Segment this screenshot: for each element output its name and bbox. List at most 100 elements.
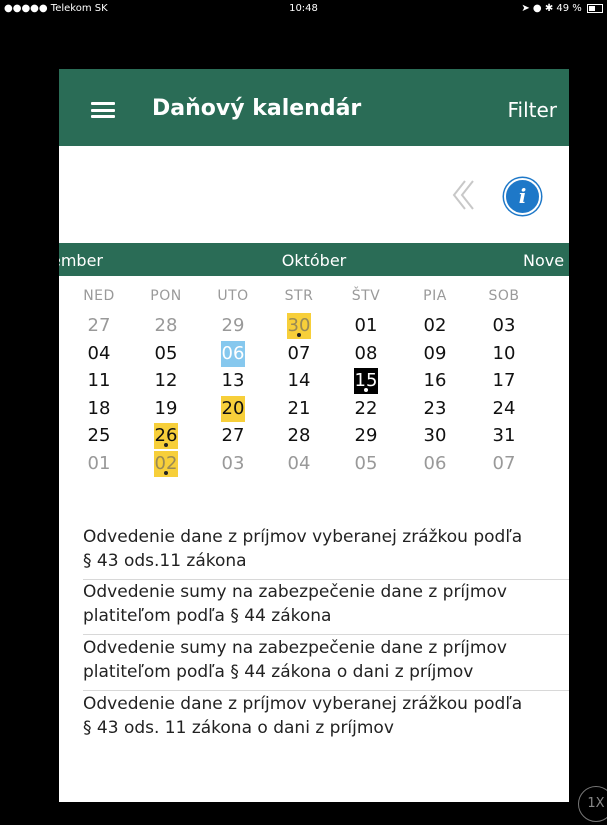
- current-month-label: Október: [281, 251, 347, 270]
- app-screen: Daňový kalendár Filter i ember Október N…: [59, 69, 569, 802]
- calendar-day-number: 21: [287, 397, 311, 419]
- calendar-day-number: 03: [492, 315, 516, 336]
- calendar-day-number: 04: [87, 342, 111, 364]
- hamburger-menu-icon[interactable]: [91, 102, 115, 118]
- alarm-icon: ●: [532, 3, 542, 14]
- weekday-label: NED: [83, 288, 115, 304]
- weekday-label: PON: [150, 288, 182, 304]
- calendar-day-number: 30: [423, 425, 447, 446]
- event-text-line: Odvedenie sumy na zabezpečenie dane z pr…: [83, 582, 507, 602]
- calendar-day[interactable]: 08: [346, 341, 386, 367]
- calendar-day[interactable]: 25: [79, 423, 119, 449]
- bluetooth-icon: ✱: [544, 3, 554, 14]
- calendar-day[interactable]: 18: [79, 396, 119, 422]
- calendar-day[interactable]: 28: [146, 313, 186, 339]
- calendar-day[interactable]: 04: [79, 341, 119, 367]
- calendar-day-number: 19: [154, 397, 178, 419]
- calendar-day-number: 01: [87, 452, 111, 474]
- calendar-day[interactable]: 07: [484, 451, 524, 477]
- event-dot-icon: [164, 470, 168, 475]
- calendar-day[interactable]: 12: [146, 368, 186, 394]
- info-icon[interactable]: i: [504, 178, 541, 215]
- calendar-day[interactable]: 10: [484, 341, 524, 367]
- event-dot-icon: [297, 333, 301, 337]
- calendar-day-number: 28: [287, 425, 311, 446]
- calendar-day[interactable]: 20: [213, 395, 253, 422]
- calendar-day[interactable]: 03: [484, 313, 524, 339]
- month-selector: ember Október Nove: [59, 243, 569, 276]
- calendar-day[interactable]: 02: [415, 313, 455, 339]
- filter-button[interactable]: Filter: [507, 98, 557, 122]
- calendar-day-number: 05: [354, 452, 378, 474]
- calendar-day-number: 07: [492, 452, 516, 474]
- calendar-day[interactable]: 05: [146, 341, 186, 367]
- calendar-day[interactable]: 22: [346, 396, 386, 422]
- battery-icon: [587, 3, 603, 13]
- event-dot-icon: [364, 388, 368, 392]
- calendar-day[interactable]: 02: [146, 450, 186, 477]
- calendar-day[interactable]: 06: [415, 451, 455, 477]
- calendar-day-number: 22: [354, 397, 378, 419]
- calendar-day[interactable]: 04: [279, 451, 319, 477]
- event-list-item[interactable]: Odvedenie sumy na zabezpečenie dane z pr…: [83, 580, 569, 635]
- calendar-day-number: 03: [221, 452, 245, 474]
- calendar-day[interactable]: 11: [79, 368, 119, 394]
- calendar-day[interactable]: 30: [415, 423, 455, 449]
- calendar-day[interactable]: 29: [213, 313, 253, 339]
- calendar-day[interactable]: 01: [79, 451, 119, 477]
- calendar-day-number: 27: [221, 425, 245, 446]
- calendar-day[interactable]: 31: [484, 423, 524, 449]
- calendar-day[interactable]: 19: [146, 396, 186, 422]
- calendar-day-number: 28: [154, 315, 178, 336]
- calendar-day[interactable]: 01: [346, 313, 386, 339]
- event-dot-icon: [164, 443, 168, 447]
- next-month-label[interactable]: Nove: [523, 251, 564, 270]
- calendar-day[interactable]: 27: [213, 423, 253, 449]
- event-text-line: Odvedenie dane z príjmov vyberanej zrážk…: [83, 527, 523, 547]
- calendar-day[interactable]: 27: [79, 313, 119, 339]
- calendar-day[interactable]: 23: [415, 396, 455, 422]
- event-list-item[interactable]: Odvedenie dane z príjmov vyberanej zrážk…: [83, 692, 569, 746]
- calendar-day[interactable]: 05: [346, 451, 386, 477]
- calendar-day-number: 16: [423, 370, 447, 391]
- zoom-button[interactable]: 1X: [578, 786, 607, 822]
- calendar-day[interactable]: 17: [484, 368, 524, 394]
- calendar-day-number: 06: [423, 452, 447, 474]
- event-list-item[interactable]: Odvedenie sumy na zabezpečenie dane z pr…: [83, 636, 569, 691]
- event-text-line: Odvedenie sumy na zabezpečenie dane z pr…: [83, 638, 507, 658]
- calendar-day-number: 29: [221, 315, 245, 336]
- calendar-day[interactable]: 03: [213, 451, 253, 477]
- weekday-label: ŠTV: [351, 288, 381, 304]
- top-nav-bar: Daňový kalendár Filter: [59, 69, 569, 146]
- calendar-day[interactable]: 24: [484, 396, 524, 422]
- calendar-day[interactable]: 29: [346, 423, 386, 449]
- calendar-day[interactable]: 16: [415, 368, 455, 394]
- calendar-day[interactable]: 06: [213, 340, 253, 367]
- calendar-day-number: 04: [287, 452, 311, 474]
- calendar-day-number: 09: [423, 342, 447, 364]
- calendar-day-number: 29: [354, 425, 378, 446]
- calendar-day-number: 11: [87, 370, 111, 391]
- calendar-day[interactable]: 28: [279, 423, 319, 449]
- weekday-label: UTO: [217, 288, 249, 304]
- clock: 10:48: [289, 3, 318, 14]
- weekday-header: NED PON UTO STR ŠTV PIA SOB: [59, 288, 569, 308]
- calendar-day[interactable]: 09: [415, 341, 455, 367]
- calendar-day-number: 02: [423, 315, 447, 336]
- calendar-day[interactable]: 14: [279, 368, 319, 394]
- calendar-day[interactable]: 07: [279, 341, 319, 367]
- calendar-day[interactable]: 21: [279, 396, 319, 422]
- event-list-item[interactable]: Odvedenie dane z príjmov vyberanej zrážk…: [83, 525, 569, 580]
- calendar-day[interactable]: 30: [279, 313, 319, 339]
- calendar-day-number: 13: [221, 370, 245, 391]
- event-text-line: § 43 ods. 11 zákona o dani z príjmov: [83, 718, 394, 738]
- calendar-day-number: 31: [492, 425, 516, 446]
- calendar-day-number: 12: [154, 370, 178, 391]
- calendar-day[interactable]: 15: [346, 368, 386, 394]
- calendar-day[interactable]: 26: [146, 423, 186, 449]
- weekday-label: STR: [284, 288, 314, 304]
- double-chevron-left-icon[interactable]: [451, 179, 477, 211]
- page-title: Daňový kalendár: [152, 96, 362, 121]
- status-bar: ●●●●● Telekom SK 10:48 ➤ ● ✱ 49 %: [0, 0, 607, 18]
- calendar-day[interactable]: 13: [213, 368, 253, 394]
